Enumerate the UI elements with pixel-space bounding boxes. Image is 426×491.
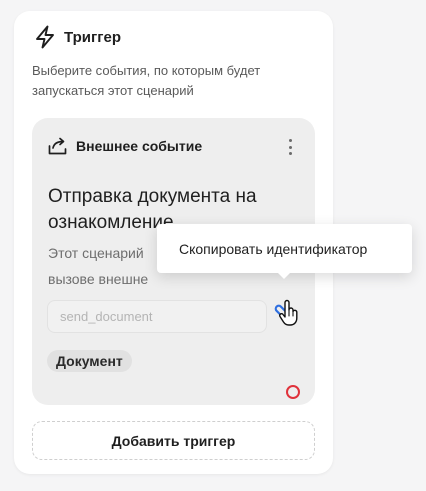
tooltip-arrow	[277, 272, 291, 279]
bolt-icon	[34, 25, 56, 49]
add-trigger-button[interactable]: Добавить триггер	[32, 421, 315, 460]
event-type-label: Внешнее событие	[76, 138, 203, 154]
share-icon	[48, 137, 68, 155]
more-options-dot	[288, 145, 292, 149]
panel-header: Триггер	[34, 25, 121, 49]
panel-title: Триггер	[64, 28, 121, 46]
card-header: Внешнее событие	[48, 136, 202, 156]
event-tag: Документ	[47, 350, 132, 372]
identifier-input[interactable]	[47, 300, 267, 333]
hand-cursor-icon	[278, 299, 300, 327]
tooltip-text: Скопировать идентификатор	[179, 240, 368, 257]
copy-tooltip: Скопировать идентификатор	[157, 224, 412, 273]
panel-description: Выберите события, по которым будет запус…	[32, 63, 261, 98]
more-options-dot	[288, 139, 292, 142]
status-indicator	[286, 385, 300, 399]
more-options-icon[interactable]	[283, 137, 297, 157]
more-options-dot	[288, 152, 292, 155]
